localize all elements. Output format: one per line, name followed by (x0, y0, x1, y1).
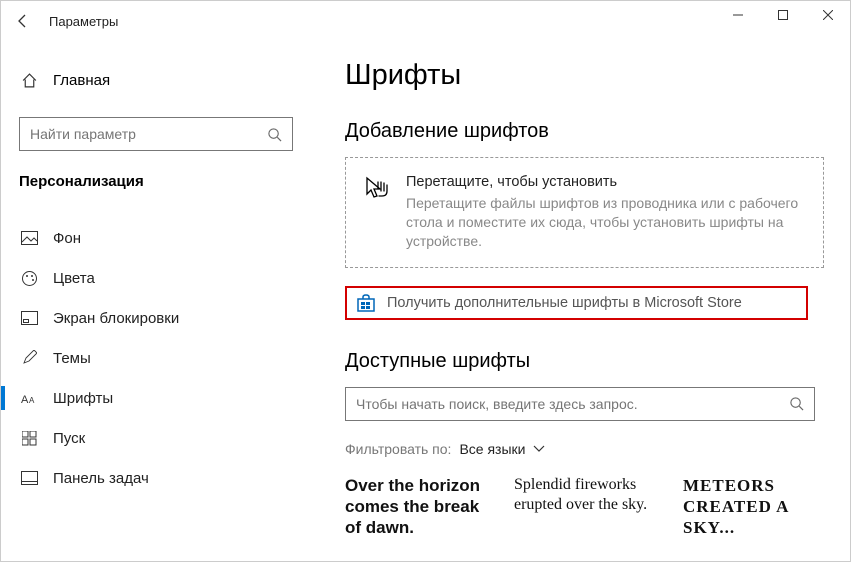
nav-label: Шрифты (53, 390, 113, 407)
store-icon (357, 294, 375, 312)
nav-lockscreen[interactable]: Экран блокировки (1, 298, 293, 338)
nav-label: Панель задач (53, 470, 149, 487)
font-sample[interactable]: METEORS CREATED A SKY... (683, 475, 824, 539)
palette-icon (19, 270, 39, 287)
filter-label: Фильтровать по: (345, 441, 451, 457)
drop-zone[interactable]: Перетащите, чтобы установить Перетащите … (345, 157, 824, 268)
nav-taskbar[interactable]: Панель задач (1, 458, 293, 498)
nav-label: Цвета (53, 270, 95, 287)
picture-icon (19, 231, 39, 245)
nav-label: Экран блокировки (53, 310, 179, 327)
taskbar-icon (19, 471, 39, 485)
nav-start[interactable]: Пуск (1, 418, 293, 458)
nav-themes[interactable]: Темы (1, 338, 293, 378)
chevron-down-icon (533, 445, 545, 453)
font-sample[interactable]: Splendid fireworks erupted over the sky. (514, 475, 655, 539)
drag-cursor-icon (364, 176, 390, 251)
svg-text:A: A (21, 394, 29, 405)
minimize-button[interactable] (715, 1, 760, 29)
home-icon (19, 72, 39, 89)
nav-colors[interactable]: Цвета (1, 258, 293, 298)
search-icon (789, 396, 804, 411)
filter-value: Все языки (459, 441, 525, 457)
brush-icon (19, 350, 39, 366)
nav-background[interactable]: Фон (1, 218, 293, 258)
nav-label: Темы (53, 350, 91, 367)
font-sample[interactable]: Over the horizon comes the break of dawn… (345, 475, 486, 539)
nav-label: Фон (53, 230, 81, 247)
drop-title: Перетащите, чтобы установить (406, 174, 805, 190)
filter-row[interactable]: Фильтровать по: Все языки (345, 441, 824, 457)
available-fonts-title: Доступные шрифты (345, 350, 824, 373)
window-controls (715, 1, 850, 29)
search-fonts-input[interactable] (356, 396, 789, 412)
search-input[interactable] (30, 126, 267, 142)
start-icon (19, 431, 39, 446)
section-title: Персонализация (19, 173, 293, 190)
search-icon (267, 127, 282, 142)
nav-fonts[interactable]: AA Шрифты (1, 378, 293, 418)
maximize-button[interactable] (760, 1, 805, 29)
close-button[interactable] (805, 1, 850, 29)
home-label: Главная (53, 72, 110, 89)
add-fonts-title: Добавление шрифтов (345, 120, 824, 143)
get-fonts-store-link[interactable]: Получить дополнительные шрифты в Microso… (345, 286, 808, 320)
back-button[interactable] (9, 7, 37, 35)
font-icon: AA (19, 391, 39, 405)
page-title: Шрифты (345, 59, 824, 92)
lockscreen-icon (19, 311, 39, 325)
home-link[interactable]: Главная (19, 61, 293, 99)
search-settings[interactable] (19, 117, 293, 151)
main-panel: Шрифты Добавление шрифтов Перетащите, чт… (311, 41, 850, 561)
sidebar: Главная Персонализация Фон Цвета Экран б… (1, 41, 311, 561)
drop-description: Перетащите файлы шрифтов из проводника и… (406, 194, 805, 251)
svg-text:A: A (29, 396, 35, 405)
window-title: Параметры (49, 14, 118, 29)
search-fonts[interactable] (345, 387, 815, 421)
nav-label: Пуск (53, 430, 85, 447)
font-samples: Over the horizon comes the break of dawn… (345, 475, 824, 539)
store-link-text: Получить дополнительные шрифты в Microso… (387, 295, 742, 311)
